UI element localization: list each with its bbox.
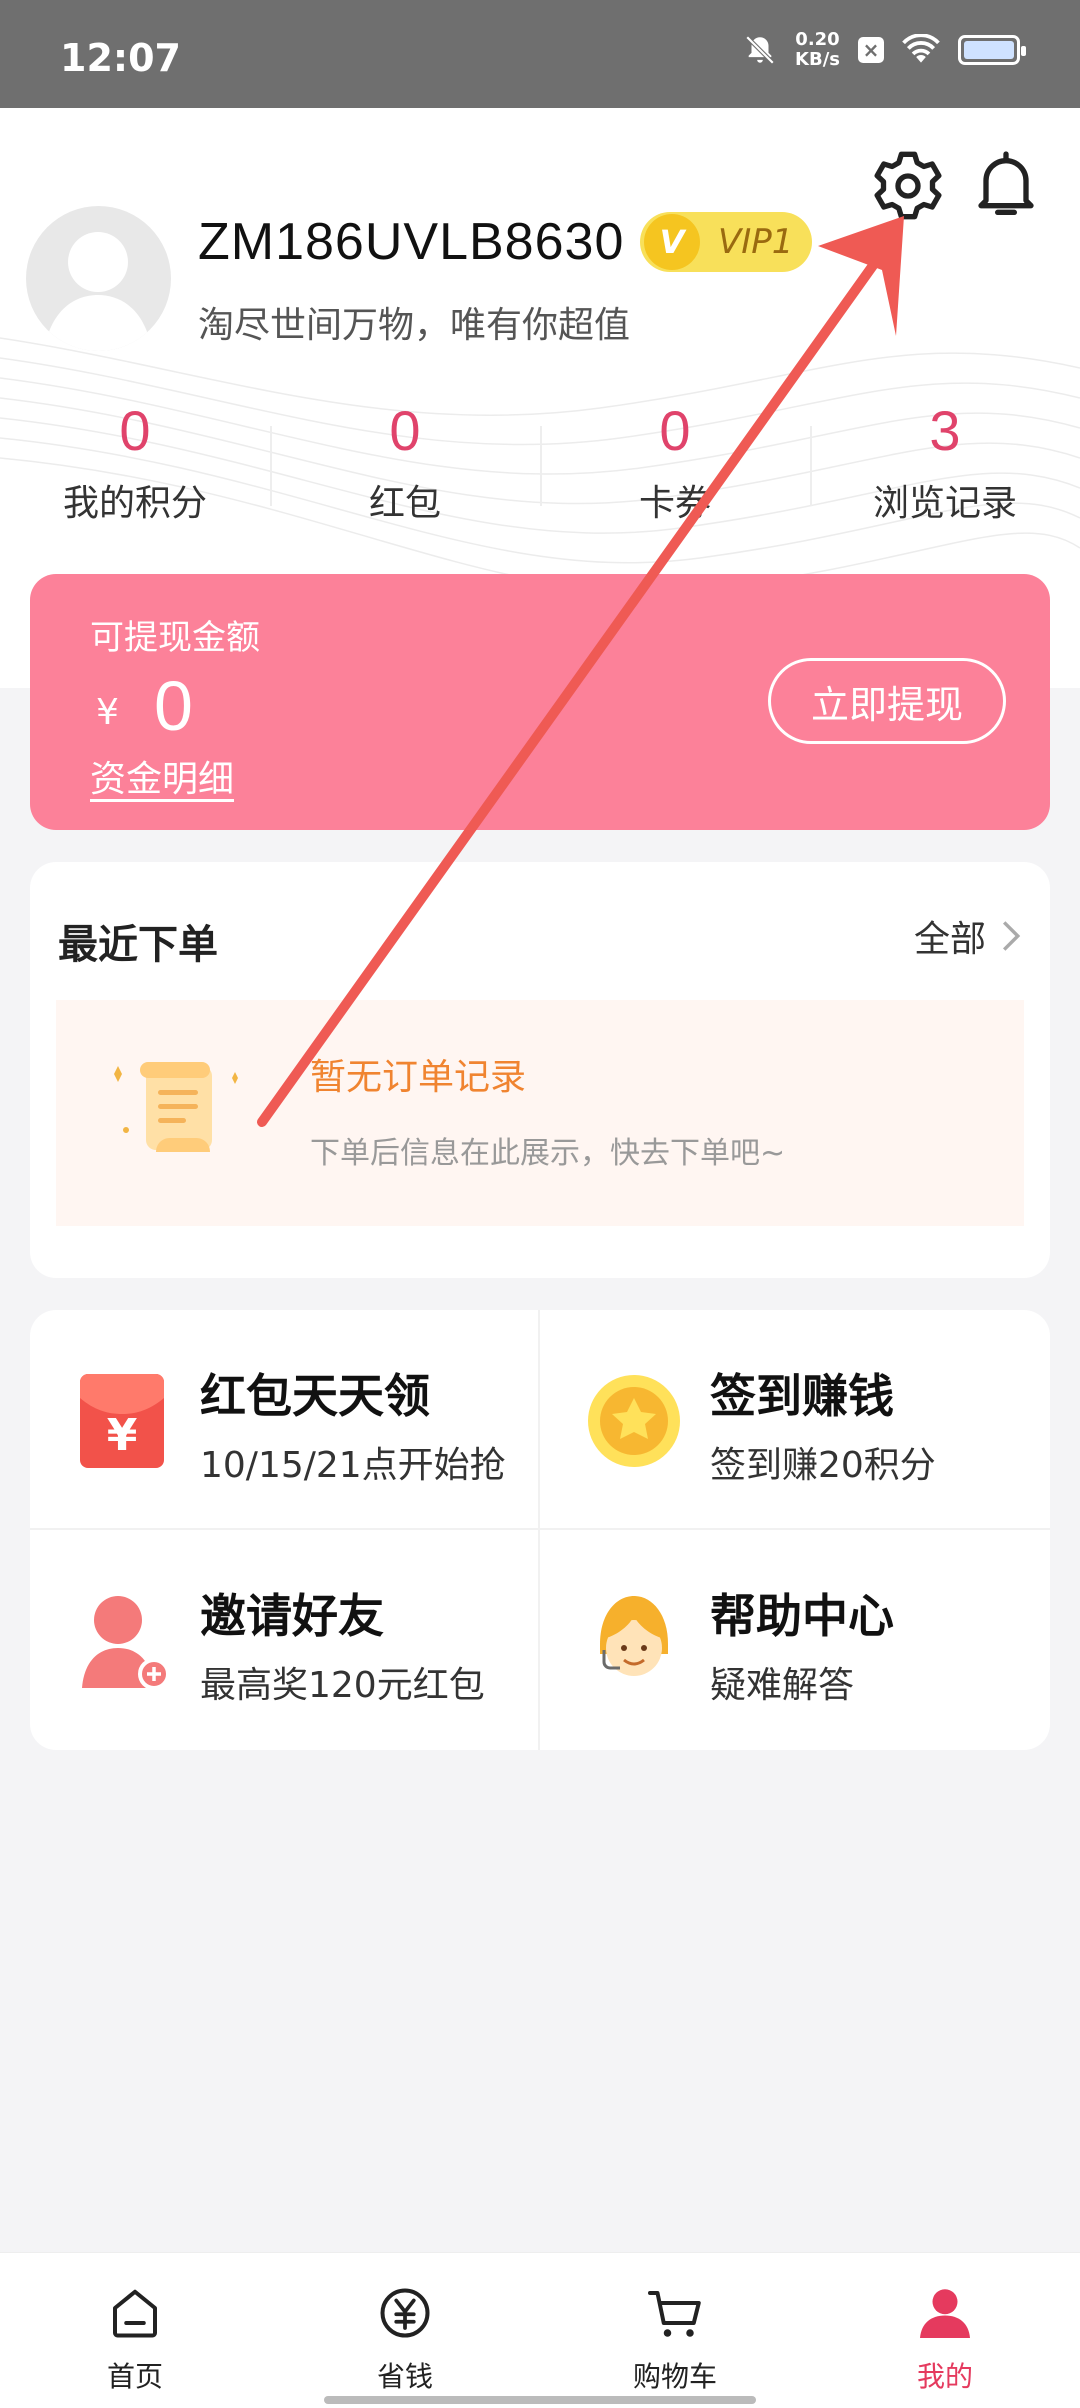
home-indicator[interactable] — [324, 2396, 756, 2404]
net-speed-unit: KB/s — [795, 49, 840, 70]
status-time: 12:07 — [60, 36, 181, 80]
withdraw-amount: 0 — [154, 667, 193, 745]
service-title: 签到赚钱 — [710, 1369, 894, 1423]
stats-row: 0 我的积分 0 红包 0 卡券 3 浏览记录 — [0, 398, 1080, 538]
withdraw-button[interactable]: 立即提现 — [768, 658, 1006, 744]
empty-orders-title: 暂无订单记录 — [310, 1057, 527, 1098]
stat-value: 0 — [389, 399, 421, 462]
empty-orders-subtitle: 下单后信息在此展示，快去下单吧~ — [310, 1136, 786, 1171]
stat-value: 3 — [929, 399, 961, 462]
cart-icon — [648, 2291, 701, 2337]
user-icon — [920, 2289, 970, 2338]
service-title: 红包天天领 — [200, 1369, 430, 1423]
vip-v-icon: V — [644, 214, 700, 270]
tab-home[interactable]: 首页 — [0, 2253, 270, 2408]
stat-label: 红包 — [368, 483, 441, 524]
withdraw-title: 可提现金额 — [90, 618, 260, 658]
net-speed-value: 0.20 — [795, 29, 840, 50]
services-grid: ¥ 红包天天领 10/15/21点开始抢 签到赚钱 签到赚20积分 邀请好友 最… — [30, 1310, 1050, 1750]
tab-mine[interactable]: 我的 — [810, 2253, 1080, 2408]
currency-symbol: ¥ — [96, 692, 119, 733]
wifi-icon — [902, 34, 940, 63]
tab-label: 首页 — [106, 2360, 163, 2393]
tab-label: 省钱 — [376, 2360, 433, 2393]
stat-coupons[interactable]: 0 卡券 — [540, 398, 810, 538]
home-icon — [113, 2289, 157, 2338]
stat-value: 0 — [119, 399, 151, 462]
all-orders-link[interactable]: 全部 — [914, 910, 1022, 962]
bottom-tab-bar: 首页 省钱 购物车 我的 — [0, 2252, 1080, 2408]
all-orders-label: 全部 — [913, 919, 986, 960]
scroll-document-icon — [114, 1062, 238, 1152]
fund-detail-link[interactable]: 资金明细 — [90, 750, 234, 802]
chevron-right-icon — [1002, 921, 1021, 951]
invite-user-icon — [82, 1596, 170, 1690]
service-subtitle: 10/15/21点开始抢 — [200, 1445, 506, 1486]
stat-label: 我的积分 — [62, 483, 207, 524]
avatar[interactable] — [26, 206, 171, 351]
service-red-packet[interactable]: ¥ 红包天天领 10/15/21点开始抢 — [30, 1310, 540, 1530]
default-avatar-icon — [44, 232, 152, 351]
service-invite[interactable]: 邀请好友 最高奖120元红包 — [30, 1530, 540, 1750]
service-help[interactable]: 帮助中心 疑难解答 — [540, 1530, 1050, 1750]
recent-orders-title: 最近下单 — [58, 922, 218, 968]
battery-icon — [958, 35, 1026, 65]
stat-value: 0 — [659, 399, 691, 462]
empty-orders: 暂无订单记录 下单后信息在此展示，快去下单吧~ — [56, 1000, 1024, 1226]
stat-label: 卡券 — [638, 483, 711, 524]
stat-label: 浏览记录 — [872, 483, 1017, 524]
yuan-coin-icon — [380, 2288, 430, 2338]
mute-bell-icon — [745, 35, 775, 65]
withdraw-card: 可提现金额 ¥ 0 资金明细 立即提现 — [30, 574, 1050, 830]
username: ZM186UVLB8630 — [198, 213, 625, 271]
stat-history[interactable]: 3 浏览记录 — [810, 398, 1080, 538]
service-check-in[interactable]: 签到赚钱 签到赚20积分 — [540, 1310, 1050, 1530]
tab-cart[interactable]: 购物车 — [540, 2253, 810, 2408]
tab-label: 我的 — [916, 2360, 973, 2393]
vip-badge[interactable]: V VIP1 — [640, 212, 812, 272]
service-title: 帮助中心 — [710, 1589, 894, 1643]
status-icons: 0.20 KB/s × — [743, 30, 1026, 70]
tab-save-money[interactable]: 省钱 — [270, 2253, 540, 2408]
slogan: 淘尽世间万物，唯有你超值 — [198, 305, 631, 346]
vip-level: VIP1 — [718, 222, 794, 262]
svg-text:¥: ¥ — [107, 1410, 138, 1461]
notification-bell-icon[interactable] — [966, 144, 1046, 224]
coin-star-icon — [588, 1375, 680, 1467]
service-title: 邀请好友 — [200, 1589, 384, 1643]
recent-orders-card: 最近下单 全部 暂无订单记录 下单后信息在此展示，快去下单吧~ — [30, 862, 1050, 1278]
service-subtitle: 疑难解答 — [710, 1665, 855, 1706]
service-subtitle: 签到赚20积分 — [710, 1445, 936, 1486]
no-sim-icon: × — [858, 37, 884, 63]
red-envelope-icon: ¥ — [80, 1374, 164, 1468]
settings-gear-icon[interactable] — [868, 146, 948, 226]
tab-label: 购物车 — [632, 2360, 717, 2393]
net-speed: 0.20 KB/s — [795, 30, 840, 70]
stat-red-packets[interactable]: 0 红包 — [270, 398, 540, 538]
service-subtitle: 最高奖120元红包 — [200, 1665, 485, 1706]
status-bar: 12:07 0.20 KB/s × — [0, 0, 1080, 108]
stat-points[interactable]: 0 我的积分 — [0, 398, 270, 538]
customer-service-icon — [600, 1596, 668, 1676]
